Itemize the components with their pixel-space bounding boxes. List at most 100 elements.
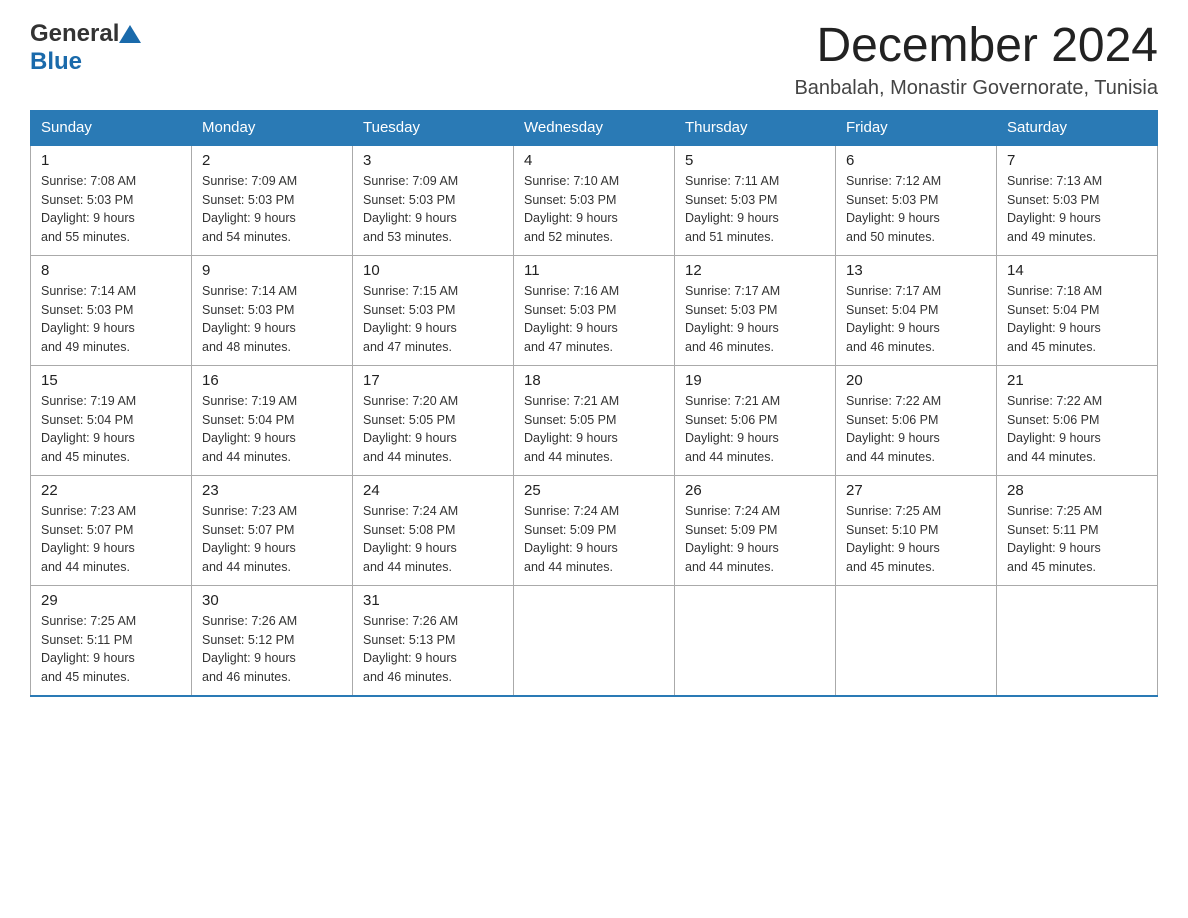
day-info: Sunrise: 7:18 AM Sunset: 5:04 PM Dayligh… xyxy=(1007,282,1147,357)
day-info: Sunrise: 7:08 AM Sunset: 5:03 PM Dayligh… xyxy=(41,172,181,247)
day-info: Sunrise: 7:16 AM Sunset: 5:03 PM Dayligh… xyxy=(524,282,664,357)
table-row: 12 Sunrise: 7:17 AM Sunset: 5:03 PM Dayl… xyxy=(675,255,836,365)
table-row: 4 Sunrise: 7:10 AM Sunset: 5:03 PM Dayli… xyxy=(514,145,675,256)
col-header-saturday: Saturday xyxy=(997,110,1158,145)
month-title: December 2024 xyxy=(794,20,1158,73)
day-number: 13 xyxy=(846,262,986,279)
col-header-tuesday: Tuesday xyxy=(353,110,514,145)
table-row: 1 Sunrise: 7:08 AM Sunset: 5:03 PM Dayli… xyxy=(31,145,192,256)
table-row: 24 Sunrise: 7:24 AM Sunset: 5:08 PM Dayl… xyxy=(353,475,514,585)
day-number: 12 xyxy=(685,262,825,279)
table-row: 28 Sunrise: 7:25 AM Sunset: 5:11 PM Dayl… xyxy=(997,475,1158,585)
day-number: 24 xyxy=(363,482,503,499)
table-row: 14 Sunrise: 7:18 AM Sunset: 5:04 PM Dayl… xyxy=(997,255,1158,365)
day-info: Sunrise: 7:10 AM Sunset: 5:03 PM Dayligh… xyxy=(524,172,664,247)
table-row: 19 Sunrise: 7:21 AM Sunset: 5:06 PM Dayl… xyxy=(675,365,836,475)
table-row: 3 Sunrise: 7:09 AM Sunset: 5:03 PM Dayli… xyxy=(353,145,514,256)
calendar-table: SundayMondayTuesdayWednesdayThursdayFrid… xyxy=(30,110,1158,697)
table-row: 25 Sunrise: 7:24 AM Sunset: 5:09 PM Dayl… xyxy=(514,475,675,585)
table-row: 20 Sunrise: 7:22 AM Sunset: 5:06 PM Dayl… xyxy=(836,365,997,475)
day-number: 23 xyxy=(202,482,342,499)
day-number: 20 xyxy=(846,372,986,389)
day-info: Sunrise: 7:13 AM Sunset: 5:03 PM Dayligh… xyxy=(1007,172,1147,247)
day-number: 18 xyxy=(524,372,664,389)
table-row xyxy=(514,585,675,696)
table-row: 9 Sunrise: 7:14 AM Sunset: 5:03 PM Dayli… xyxy=(192,255,353,365)
day-number: 2 xyxy=(202,152,342,169)
table-row: 29 Sunrise: 7:25 AM Sunset: 5:11 PM Dayl… xyxy=(31,585,192,696)
col-header-thursday: Thursday xyxy=(675,110,836,145)
day-number: 15 xyxy=(41,372,181,389)
calendar-header-row: SundayMondayTuesdayWednesdayThursdayFrid… xyxy=(31,110,1158,145)
day-info: Sunrise: 7:24 AM Sunset: 5:08 PM Dayligh… xyxy=(363,502,503,577)
col-header-friday: Friday xyxy=(836,110,997,145)
logo-icon xyxy=(119,25,141,43)
day-number: 8 xyxy=(41,262,181,279)
table-row: 31 Sunrise: 7:26 AM Sunset: 5:13 PM Dayl… xyxy=(353,585,514,696)
table-row: 5 Sunrise: 7:11 AM Sunset: 5:03 PM Dayli… xyxy=(675,145,836,256)
day-info: Sunrise: 7:23 AM Sunset: 5:07 PM Dayligh… xyxy=(41,502,181,577)
day-info: Sunrise: 7:14 AM Sunset: 5:03 PM Dayligh… xyxy=(41,282,181,357)
day-number: 29 xyxy=(41,592,181,609)
calendar-week-row: 15 Sunrise: 7:19 AM Sunset: 5:04 PM Dayl… xyxy=(31,365,1158,475)
day-info: Sunrise: 7:23 AM Sunset: 5:07 PM Dayligh… xyxy=(202,502,342,577)
table-row xyxy=(675,585,836,696)
day-info: Sunrise: 7:25 AM Sunset: 5:10 PM Dayligh… xyxy=(846,502,986,577)
table-row: 26 Sunrise: 7:24 AM Sunset: 5:09 PM Dayl… xyxy=(675,475,836,585)
day-info: Sunrise: 7:09 AM Sunset: 5:03 PM Dayligh… xyxy=(363,172,503,247)
col-header-wednesday: Wednesday xyxy=(514,110,675,145)
table-row: 23 Sunrise: 7:23 AM Sunset: 5:07 PM Dayl… xyxy=(192,475,353,585)
day-number: 21 xyxy=(1007,372,1147,389)
calendar-week-row: 1 Sunrise: 7:08 AM Sunset: 5:03 PM Dayli… xyxy=(31,145,1158,256)
day-number: 9 xyxy=(202,262,342,279)
day-number: 3 xyxy=(363,152,503,169)
day-info: Sunrise: 7:17 AM Sunset: 5:03 PM Dayligh… xyxy=(685,282,825,357)
logo: General Blue xyxy=(30,20,141,76)
day-number: 28 xyxy=(1007,482,1147,499)
day-info: Sunrise: 7:19 AM Sunset: 5:04 PM Dayligh… xyxy=(202,392,342,467)
day-info: Sunrise: 7:15 AM Sunset: 5:03 PM Dayligh… xyxy=(363,282,503,357)
table-row: 10 Sunrise: 7:15 AM Sunset: 5:03 PM Dayl… xyxy=(353,255,514,365)
day-number: 6 xyxy=(846,152,986,169)
day-info: Sunrise: 7:24 AM Sunset: 5:09 PM Dayligh… xyxy=(685,502,825,577)
calendar-week-row: 29 Sunrise: 7:25 AM Sunset: 5:11 PM Dayl… xyxy=(31,585,1158,696)
day-info: Sunrise: 7:21 AM Sunset: 5:05 PM Dayligh… xyxy=(524,392,664,467)
day-number: 16 xyxy=(202,372,342,389)
day-number: 30 xyxy=(202,592,342,609)
table-row xyxy=(997,585,1158,696)
day-number: 19 xyxy=(685,372,825,389)
day-info: Sunrise: 7:20 AM Sunset: 5:05 PM Dayligh… xyxy=(363,392,503,467)
logo-general: General xyxy=(30,20,119,48)
title-section: December 2024 Banbalah, Monastir Governo… xyxy=(794,20,1158,100)
day-number: 26 xyxy=(685,482,825,499)
day-number: 17 xyxy=(363,372,503,389)
day-info: Sunrise: 7:24 AM Sunset: 5:09 PM Dayligh… xyxy=(524,502,664,577)
day-number: 25 xyxy=(524,482,664,499)
day-info: Sunrise: 7:21 AM Sunset: 5:06 PM Dayligh… xyxy=(685,392,825,467)
table-row: 15 Sunrise: 7:19 AM Sunset: 5:04 PM Dayl… xyxy=(31,365,192,475)
day-number: 10 xyxy=(363,262,503,279)
table-row: 21 Sunrise: 7:22 AM Sunset: 5:06 PM Dayl… xyxy=(997,365,1158,475)
calendar-week-row: 8 Sunrise: 7:14 AM Sunset: 5:03 PM Dayli… xyxy=(31,255,1158,365)
day-number: 22 xyxy=(41,482,181,499)
table-row: 7 Sunrise: 7:13 AM Sunset: 5:03 PM Dayli… xyxy=(997,145,1158,256)
table-row: 22 Sunrise: 7:23 AM Sunset: 5:07 PM Dayl… xyxy=(31,475,192,585)
day-number: 7 xyxy=(1007,152,1147,169)
table-row: 8 Sunrise: 7:14 AM Sunset: 5:03 PM Dayli… xyxy=(31,255,192,365)
day-number: 14 xyxy=(1007,262,1147,279)
table-row xyxy=(836,585,997,696)
day-number: 11 xyxy=(524,262,664,279)
day-info: Sunrise: 7:26 AM Sunset: 5:12 PM Dayligh… xyxy=(202,612,342,687)
day-info: Sunrise: 7:14 AM Sunset: 5:03 PM Dayligh… xyxy=(202,282,342,357)
table-row: 30 Sunrise: 7:26 AM Sunset: 5:12 PM Dayl… xyxy=(192,585,353,696)
day-info: Sunrise: 7:25 AM Sunset: 5:11 PM Dayligh… xyxy=(1007,502,1147,577)
day-info: Sunrise: 7:11 AM Sunset: 5:03 PM Dayligh… xyxy=(685,172,825,247)
day-number: 5 xyxy=(685,152,825,169)
table-row: 16 Sunrise: 7:19 AM Sunset: 5:04 PM Dayl… xyxy=(192,365,353,475)
col-header-monday: Monday xyxy=(192,110,353,145)
day-info: Sunrise: 7:12 AM Sunset: 5:03 PM Dayligh… xyxy=(846,172,986,247)
table-row: 13 Sunrise: 7:17 AM Sunset: 5:04 PM Dayl… xyxy=(836,255,997,365)
day-info: Sunrise: 7:26 AM Sunset: 5:13 PM Dayligh… xyxy=(363,612,503,687)
day-info: Sunrise: 7:25 AM Sunset: 5:11 PM Dayligh… xyxy=(41,612,181,687)
col-header-sunday: Sunday xyxy=(31,110,192,145)
